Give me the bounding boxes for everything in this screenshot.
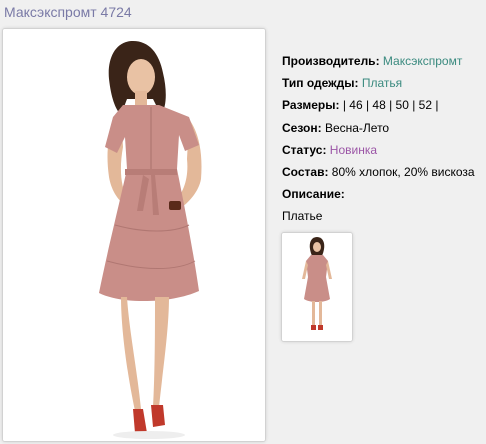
thumbnail-illustration: [282, 233, 352, 341]
clothing-type-label: Тип одежды:: [282, 76, 359, 91]
description-text: Платье: [282, 209, 323, 224]
description-row: Описание:: [282, 183, 486, 205]
status-link[interactable]: Новинка: [330, 143, 377, 157]
sizes-value: | 46 | 48 | 50 | 52 |: [342, 98, 439, 113]
season-value: Весна-Лето: [324, 120, 390, 135]
product-thumbnail[interactable]: [281, 232, 353, 342]
status-label: Статус:: [282, 142, 327, 157]
product-title: Максэкспромт 4724: [4, 4, 132, 20]
clothing-type-row: Тип одежды: Платья: [282, 72, 486, 94]
main-product-photo[interactable]: [2, 28, 266, 442]
season-label: Сезон:: [282, 120, 322, 135]
sizes-row: Размеры: | 46 | 48 | 50 | 52 |: [282, 94, 486, 116]
composition-label: Состав:: [282, 165, 329, 180]
model-photo-illustration: [3, 29, 265, 441]
sizes-label: Размеры:: [282, 98, 340, 113]
manufacturer-row: Производитель: Максэкспромт: [282, 50, 486, 72]
status-row: Статус: Новинка: [282, 139, 486, 161]
description-label: Описание:: [282, 187, 345, 202]
composition-value: 80% хлопок, 20% вискоза: [331, 165, 475, 180]
composition-row: Состав: 80% хлопок, 20% вискоза: [282, 161, 486, 183]
manufacturer-label: Производитель:: [282, 54, 380, 68]
product-properties: Производитель: Максэкспромт Тип одежды: …: [282, 50, 486, 228]
clothing-type-link[interactable]: Платья: [362, 76, 402, 90]
season-row: Сезон: Весна-Лето: [282, 117, 486, 139]
manufacturer-link[interactable]: Максэкспромт: [383, 54, 462, 68]
